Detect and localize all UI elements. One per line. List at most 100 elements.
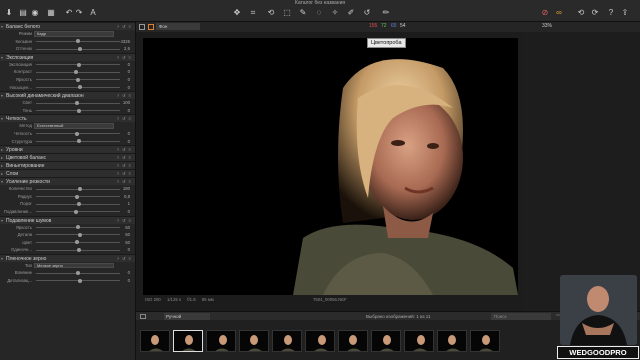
panel-section-header[interactable]: ▾ Баланс белого? ↺ ≡	[0, 22, 135, 30]
slider-handle[interactable]	[77, 202, 81, 207]
eraser-tool-icon[interactable]: ◌	[314, 8, 324, 18]
filmstrip-thumbnail[interactable]	[239, 330, 269, 352]
panel-section-header[interactable]: ▸ Виньетирование? ↺ ≡	[0, 161, 135, 170]
reset-icon[interactable]: ↺	[362, 8, 372, 18]
adjustment-value[interactable]: 0	[128, 130, 130, 138]
library-icon[interactable]: ▤	[18, 8, 28, 18]
adjustment-value[interactable]: 4326	[120, 38, 130, 46]
annotate-icon[interactable]: ✐	[346, 8, 356, 18]
filmstrip-thumbnail[interactable]	[404, 330, 434, 352]
adjustment-slider[interactable]	[36, 211, 120, 213]
sort-select[interactable]: Ручной	[164, 313, 210, 320]
adjustment-value[interactable]: 0	[128, 84, 130, 92]
slider-handle[interactable]	[76, 271, 80, 276]
adjustment-value[interactable]: 0	[128, 208, 130, 216]
adjustment-value[interactable]: 50	[125, 239, 130, 247]
adjustment-slider[interactable]	[36, 71, 120, 73]
help-icon[interactable]: ?	[606, 8, 616, 18]
adjustment-value[interactable]: 0	[128, 138, 130, 146]
proof-icon[interactable]: ∞	[554, 8, 564, 18]
adjustment-value[interactable]: 2,6	[124, 45, 130, 53]
redo-icon[interactable]: ↷	[74, 8, 84, 18]
slider-handle[interactable]	[78, 186, 82, 191]
slider-handle[interactable]	[77, 62, 81, 67]
import-icon[interactable]: ⬇	[4, 8, 14, 18]
pan-tool-icon[interactable]: ✥	[232, 8, 242, 18]
single-view-icon[interactable]	[139, 24, 145, 30]
adjustment-value[interactable]: 0	[128, 68, 130, 76]
adjustment-dropdown[interactable]: Кадр	[34, 31, 114, 37]
filmstrip-thumbnail[interactable]	[272, 330, 302, 352]
rotate-right-icon[interactable]: ⟳	[590, 8, 600, 18]
adjustment-value[interactable]: 0	[128, 107, 130, 115]
panel-section-header[interactable]: ▾ Высокий динамический диапазон? ↺ ≡	[0, 91, 135, 100]
adjustment-value[interactable]: 100	[123, 99, 130, 107]
slider-handle[interactable]	[75, 194, 79, 199]
adjustment-value[interactable]: 180	[123, 185, 130, 193]
adjustment-value[interactable]: 50	[125, 231, 130, 239]
slider-handle[interactable]	[75, 240, 79, 245]
adjustment-row: Порог 1	[0, 200, 135, 208]
slider-handle[interactable]	[77, 248, 81, 253]
slider-handle[interactable]	[78, 85, 82, 90]
adjustment-dropdown[interactable]: Естественный	[34, 123, 114, 129]
adjustment-value[interactable]: 0	[128, 76, 130, 84]
search-input[interactable]: Поиск	[491, 313, 551, 320]
adjustment-value[interactable]: 50	[125, 224, 130, 232]
slider-handle[interactable]	[76, 225, 80, 230]
adjustment-value[interactable]: 0	[128, 269, 130, 277]
gallery-icon[interactable]: ▦	[46, 8, 56, 18]
panel-section-header[interactable]: ▾ Пленочное зерно? ↺ ≡	[0, 253, 135, 262]
adjustment-value[interactable]: 0	[128, 277, 130, 285]
slider-handle[interactable]	[75, 100, 79, 105]
adjustment-value[interactable]: 0	[128, 246, 130, 254]
slider-handle[interactable]	[78, 46, 82, 51]
rotate-tool-icon[interactable]: ⟲	[266, 8, 276, 18]
filmstrip-thumbnail[interactable]	[470, 330, 500, 352]
grid-view-icon[interactable]	[140, 314, 146, 319]
filmstrip-thumbnail[interactable]	[173, 330, 203, 352]
adjustment-value[interactable]: 1	[128, 200, 130, 208]
adjustment-dropdown[interactable]: Мелкое зерно	[34, 262, 114, 269]
slider-handle[interactable]	[78, 278, 82, 283]
slider-handle[interactable]	[76, 39, 80, 44]
panel-section-header[interactable]: ▸ Цветовой баланс? ↺ ≡	[0, 153, 135, 162]
filmstrip-thumbnail[interactable]	[140, 330, 170, 352]
panel-section-header[interactable]: ▾ Экспозиция? ↺ ≡	[0, 52, 135, 61]
slider-handle[interactable]	[74, 209, 78, 214]
slider-handle[interactable]	[75, 131, 79, 136]
keystone-tool-icon[interactable]: ⬚	[282, 8, 292, 18]
slider-handle[interactable]	[77, 139, 81, 144]
filmstrip-thumbnail[interactable]	[338, 330, 368, 352]
slider-handle[interactable]	[78, 232, 82, 237]
filmstrip-thumbnail[interactable]	[437, 330, 467, 352]
slider-handle[interactable]	[76, 77, 80, 82]
slider-handle[interactable]	[77, 108, 81, 113]
pen-icon[interactable]: ✏	[381, 8, 391, 18]
panel-section-header[interactable]: ▸ Слои? ↺ ≡	[0, 169, 135, 178]
panel-section-header[interactable]: ▾ Усиление резкости? ↺ ≡	[0, 177, 135, 186]
filmstrip-thumbnail[interactable]	[305, 330, 335, 352]
meta-shutter: 1/125 s	[166, 297, 182, 302]
panel-section-header[interactable]: ▸ Уровни? ↺ ≡	[0, 145, 135, 154]
filmstrip-thumbnail[interactable]	[371, 330, 401, 352]
adjustment-value[interactable]: 0,8	[124, 193, 130, 201]
text-icon[interactable]: A	[88, 8, 98, 18]
crop-tool-icon[interactable]: ⌗	[248, 8, 258, 18]
preset-select[interactable]: Фон	[156, 23, 200, 30]
compare-view-icon[interactable]	[148, 24, 154, 30]
camera-icon[interactable]: ◉	[30, 8, 40, 18]
warning-icon[interactable]: ⊘	[540, 8, 550, 18]
filmstrip-thumbnail[interactable]	[206, 330, 236, 352]
zoom-level[interactable]: 33%	[542, 23, 552, 29]
brush-tool-icon[interactable]: ✎	[298, 8, 308, 18]
wb-picker-icon[interactable]: ✧	[330, 8, 340, 18]
image-viewer[interactable]	[143, 38, 518, 295]
undo-icon[interactable]: ↶	[64, 8, 74, 18]
panel-section-header[interactable]: ▾ Подавление шумов? ↺ ≡	[0, 215, 135, 224]
export-icon[interactable]: ⇪	[620, 8, 630, 18]
slider-handle[interactable]	[74, 70, 78, 75]
adjustment-value[interactable]: 0	[128, 61, 130, 69]
rotate-left-icon[interactable]: ⟲	[576, 8, 586, 18]
panel-section-header[interactable]: ▾ Четкость? ↺ ≡	[0, 114, 135, 123]
